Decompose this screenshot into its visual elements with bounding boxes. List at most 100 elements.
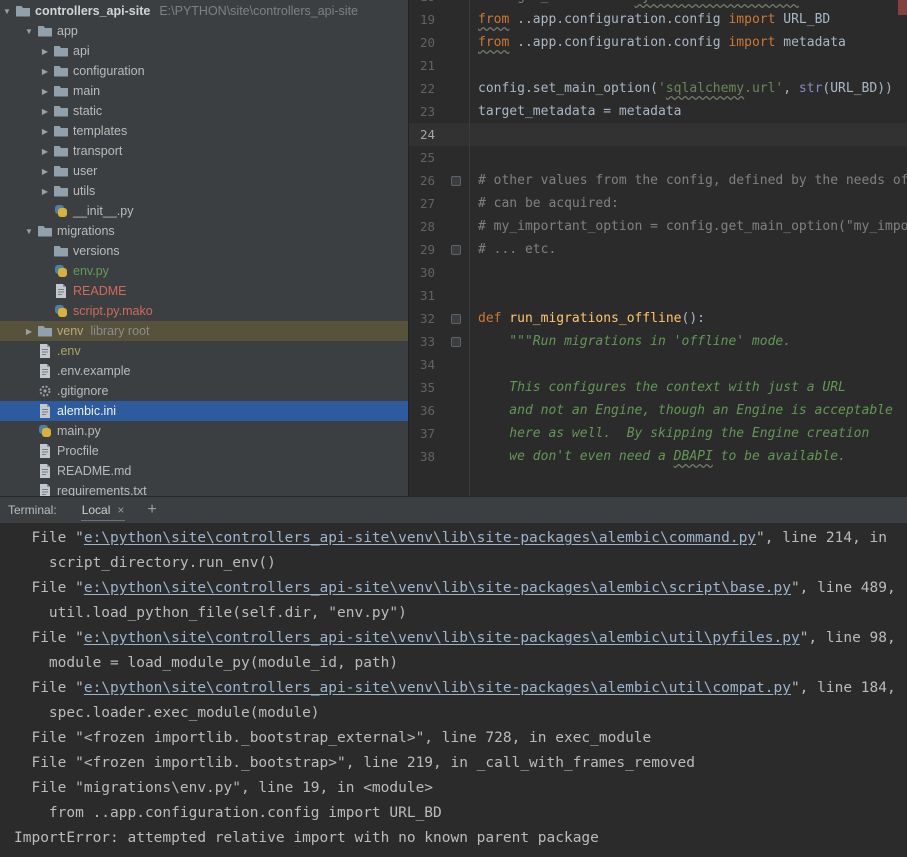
code-line[interactable]: 30	[409, 261, 907, 284]
tree-item-README[interactable]: README	[0, 281, 408, 301]
tree-item-migrations[interactable]: ▼ migrations	[0, 221, 408, 241]
tree-item-.env[interactable]: .env	[0, 341, 408, 361]
tree-item-label: main.py	[57, 424, 101, 438]
code-line[interactable]: 24	[409, 123, 907, 146]
tree-item-alembic.ini[interactable]: alembic.ini	[0, 401, 408, 421]
tree-item-env.py[interactable]: env.py	[0, 261, 408, 281]
terminal-text: File "migrations\env.py", line 19, in <m…	[14, 780, 434, 796]
code-line[interactable]: 26 # other values from the config, define…	[409, 169, 907, 192]
file-link[interactable]: e:\python\site\controllers_api-site\venv…	[84, 680, 791, 696]
code-line[interactable]: 21	[409, 54, 907, 77]
tree-item-configuration[interactable]: ▶ configuration	[0, 61, 408, 81]
tree-item-transport[interactable]: ▶ transport	[0, 141, 408, 161]
fold-icon[interactable]	[439, 169, 469, 192]
code-line[interactable]: 18 # target_metadata = mymodel.Base.metad…	[409, 0, 907, 8]
gutter-space	[439, 284, 469, 307]
terminal-text: File "<frozen importlib._bootstrap_exter…	[14, 730, 652, 746]
tree-item-Procfile[interactable]: Procfile	[0, 441, 408, 461]
file-link[interactable]: e:\python\site\controllers_api-site\venv…	[84, 630, 800, 646]
chevron-right-icon[interactable]: ▶	[38, 167, 52, 176]
code-line[interactable]: 28 # my_important_option = config.get_mai…	[409, 215, 907, 238]
fold-icon[interactable]	[439, 330, 469, 353]
folder-icon	[52, 143, 70, 159]
folder-icon	[52, 123, 70, 139]
code-line[interactable]: 35 This configures the context with just…	[409, 376, 907, 399]
code-text: we don't even need a DBAPI to be availab…	[469, 449, 846, 464]
code-line[interactable]: 23 target_metadata = metadata	[409, 100, 907, 123]
tree-item-api[interactable]: ▶ api	[0, 41, 408, 61]
code-line[interactable]: 19 from ..app.configuration.config import…	[409, 8, 907, 31]
tree-item-script.py.mako[interactable]: script.py.mako	[0, 301, 408, 321]
terminal-line: util.load_python_file(self.dir, "env.py"…	[14, 601, 907, 626]
chevron-right-icon[interactable]: ▶	[38, 67, 52, 76]
code-line[interactable]: 31	[409, 284, 907, 307]
tree-item-venv[interactable]: ▶ venv library root	[0, 321, 408, 341]
line-number: 25	[419, 150, 435, 165]
editor-panel[interactable]: 18 # target_metadata = mymodel.Base.metad…	[408, 0, 907, 496]
chevron-down-icon[interactable]: ▼	[22, 227, 36, 236]
chevron-right-icon[interactable]: ▶	[38, 127, 52, 136]
tree-item-main[interactable]: ▶ main	[0, 81, 408, 101]
code-line[interactable]: 34	[409, 353, 907, 376]
code-line[interactable]: 27 # can be acquired:	[409, 192, 907, 215]
code-line[interactable]: 33 """Run migrations in 'offline' mode.	[409, 330, 907, 353]
terminal-panel-label: Terminal:	[8, 503, 57, 517]
tree-item-README.md[interactable]: README.md	[0, 461, 408, 481]
code-line[interactable]: 29 # ... etc.	[409, 238, 907, 261]
close-icon[interactable]: ×	[117, 503, 124, 517]
code-token: mymodel.Base.metadata	[635, 0, 799, 4]
tree-item-versions[interactable]: versions	[0, 241, 408, 261]
tree-item-main.py[interactable]: main.py	[0, 421, 408, 441]
error-stripe-marker[interactable]	[898, 0, 907, 15]
chevron-down-icon[interactable]: ▼	[0, 7, 14, 16]
folder-icon	[52, 243, 70, 259]
code-line[interactable]: 32 def run_migrations_offline():	[409, 307, 907, 330]
tree-item-app[interactable]: ▼ app	[0, 21, 408, 41]
file-link[interactable]: e:\python\site\controllers_api-site\venv…	[84, 530, 756, 546]
chevron-right-icon[interactable]: ▶	[22, 327, 36, 336]
project-root-row[interactable]: ▼ controllers_api-site E:\PYTHON\site\co…	[0, 1, 408, 21]
tree-item-label: env.py	[73, 264, 109, 278]
tree-item-.env.example[interactable]: .env.example	[0, 361, 408, 381]
terminal-text: File "	[14, 580, 84, 596]
chevron-right-icon[interactable]: ▶	[38, 147, 52, 156]
terminal-tab-local[interactable]: Local ×	[77, 497, 130, 523]
fold-icon[interactable]	[439, 238, 469, 261]
chevron-right-icon[interactable]: ▶	[38, 107, 52, 116]
code-text: # can be acquired:	[469, 196, 619, 211]
error-stripe[interactable]	[898, 0, 907, 496]
tree-item-label: versions	[73, 244, 120, 258]
code-token: to be available.	[712, 449, 846, 464]
terminal-output[interactable]: File "e:\python\site\controllers_api-sit…	[0, 523, 907, 857]
code-line[interactable]: 25	[409, 146, 907, 169]
code-line[interactable]: 38 we don't even need a DBAPI to be avai…	[409, 445, 907, 468]
line-number: 22	[419, 81, 435, 96]
code-token: def	[478, 311, 502, 326]
chevron-right-icon[interactable]: ▶	[38, 47, 52, 56]
tree-item-requirements.txt[interactable]: requirements.txt	[0, 481, 408, 496]
code-text: def run_migrations_offline():	[469, 311, 705, 326]
tree-item-__init__.py[interactable]: __init__.py	[0, 201, 408, 221]
folder-icon	[52, 83, 70, 99]
code-line[interactable]: 37 here as well. By skipping the Engine …	[409, 422, 907, 445]
tree-item-static[interactable]: ▶ static	[0, 101, 408, 121]
chevron-down-icon[interactable]: ▼	[22, 27, 36, 36]
fold-icon[interactable]	[439, 307, 469, 330]
folder-icon	[52, 63, 70, 79]
code-line[interactable]: 36 and not an Engine, though an Engine i…	[409, 399, 907, 422]
tree-item-label: configuration	[73, 64, 145, 78]
new-terminal-tab-button[interactable]: +	[147, 502, 156, 518]
code-token: ():	[681, 311, 705, 326]
tree-item-utils[interactable]: ▶ utils	[0, 181, 408, 201]
code-line[interactable]: 20 from ..app.configuration.config import…	[409, 31, 907, 54]
tree-item-.gitignore[interactable]: .gitignore	[0, 381, 408, 401]
file-link[interactable]: e:\python\site\controllers_api-site\venv…	[84, 580, 791, 596]
chevron-right-icon[interactable]: ▶	[38, 187, 52, 196]
tree-item-user[interactable]: ▶ user	[0, 161, 408, 181]
code-token: # other values from the config, defined …	[478, 173, 907, 188]
tree-item-templates[interactable]: ▶ templates	[0, 121, 408, 141]
terminal-text: util.load_python_file(self.dir, "env.py"…	[14, 605, 407, 621]
chevron-right-icon[interactable]: ▶	[38, 87, 52, 96]
folder-icon	[36, 23, 54, 39]
code-line[interactable]: 22 config.set_main_option('sqlalchemy.url…	[409, 77, 907, 100]
